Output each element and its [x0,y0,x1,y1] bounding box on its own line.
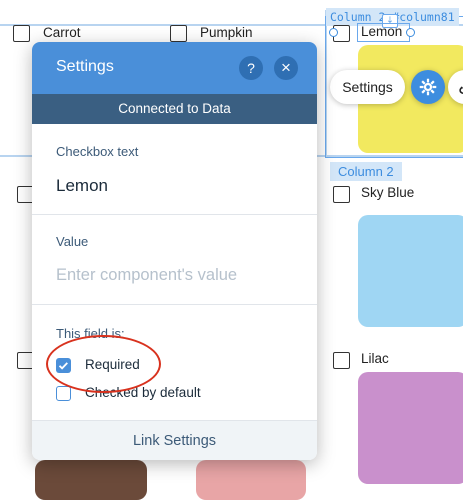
help-icon: ? [247,60,255,76]
resize-handle-right[interactable] [406,28,415,37]
close-icon: × [281,58,291,77]
settings-panel: Settings ? × Connected to Data Checkbox … [32,42,317,460]
value-input[interactable]: Enter component's value [56,266,237,285]
panel-header: Settings ? × [32,42,317,94]
checkbox-label-sky-blue: Sky Blue [361,185,415,200]
swatch-brown [35,460,147,500]
lemon-selection-box[interactable] [357,23,410,42]
swatch-pink [196,460,306,500]
connected-banner[interactable]: Connected to Data [32,94,317,124]
value-label: Value [56,234,89,249]
checkbox-row3-col2[interactable] [333,352,350,369]
panel-footer: Link Settings [32,420,317,460]
divider [32,304,317,305]
checked-by-default-checkbox[interactable] [56,386,71,401]
swatch-sky-blue [358,215,463,327]
gear-icon[interactable] [411,70,445,104]
checkbox-text-value[interactable]: Lemon [56,176,108,196]
close-button[interactable]: × [274,56,298,80]
checkbox-label-pumpkin: Pumpkin [200,25,253,40]
help-button[interactable]: ? [239,56,263,80]
checkbox-row2-col2[interactable] [333,186,350,203]
resize-handle-left[interactable] [329,28,338,37]
checkbox-label-carrot: Carrot [43,25,81,40]
link-settings-button[interactable]: Link Settings [32,421,317,460]
swatch-lilac [358,372,463,484]
checkbox-label-lilac: Lilac [361,351,389,366]
checkbox-carrot[interactable] [13,25,30,42]
column-tag: Column 2 [330,162,402,181]
settings-float-label: Settings [342,79,393,95]
annotation-circle [46,335,161,393]
panel-title: Settings [56,58,114,75]
checkbox-text-label: Checkbox text [56,144,139,159]
settings-float-button[interactable]: Settings [330,70,405,104]
checkbox-pumpkin[interactable] [170,25,187,42]
divider [32,214,317,215]
